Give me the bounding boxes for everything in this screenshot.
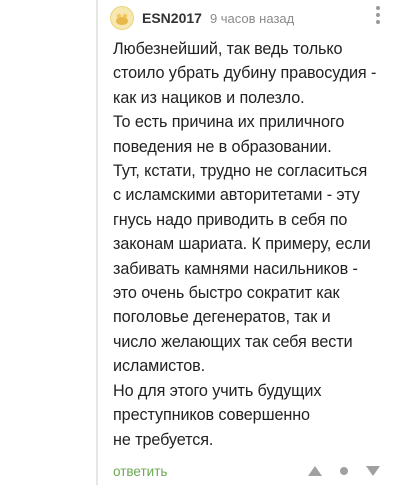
- comment-time[interactable]: 9 часов назад: [210, 11, 294, 26]
- comment-body-line: исламистов.: [113, 357, 206, 376]
- comment: ESN2017 9 часов назад Любезнейший, так в…: [0, 0, 400, 485]
- comment-header: ESN2017 9 часов назад: [110, 4, 390, 32]
- comment-body-line: законам шариата. К примеру, если: [113, 235, 371, 254]
- comment-body-line: поведения не в образовании.: [113, 137, 332, 156]
- rating-dot: [340, 467, 348, 475]
- more-vertical-icon[interactable]: [374, 4, 382, 26]
- comment-body-line: забивать камнями насильников -: [113, 259, 358, 278]
- thread-line[interactable]: [96, 0, 98, 485]
- comment-body-line: с исламскими авторитетами - эту: [113, 186, 360, 205]
- comment-body-line: как из нациков и полезло.: [113, 88, 305, 107]
- avatar-icon: [111, 7, 133, 29]
- comment-body-line: Любезнейший, так ведь только: [113, 40, 343, 58]
- reply-button[interactable]: ответить: [113, 464, 167, 479]
- comment-body-line: преступников совершенно: [113, 406, 310, 425]
- comment-body: Любезнейший, так ведь только стоило убра…: [113, 37, 395, 452]
- comment-footer: ответить: [113, 459, 390, 483]
- comment-body-line: Тут, кстати, трудно не согласиться: [113, 162, 368, 181]
- comment-body-line: это очень быстро сократит как: [113, 284, 340, 303]
- vote-down-icon[interactable]: [362, 460, 384, 482]
- comment-body-line: не требуется.: [113, 430, 214, 449]
- comment-body-line: гнусь надо приводить в себя по: [113, 210, 348, 229]
- comment-body-line: число желающих так себя вести: [113, 332, 353, 351]
- vote-controls: [304, 459, 384, 483]
- comment-body-line: Но для этого учить будущих: [113, 381, 322, 400]
- comment-body-line: стоило убрать дубину правосудия -: [113, 64, 377, 83]
- author-name[interactable]: ESN2017: [142, 10, 202, 26]
- comment-body-line: поголовье дегенератов, так и: [113, 308, 331, 327]
- vote-up-icon[interactable]: [304, 460, 326, 482]
- avatar[interactable]: [110, 6, 134, 30]
- comment-body-line: То есть причина их приличного: [113, 113, 345, 132]
